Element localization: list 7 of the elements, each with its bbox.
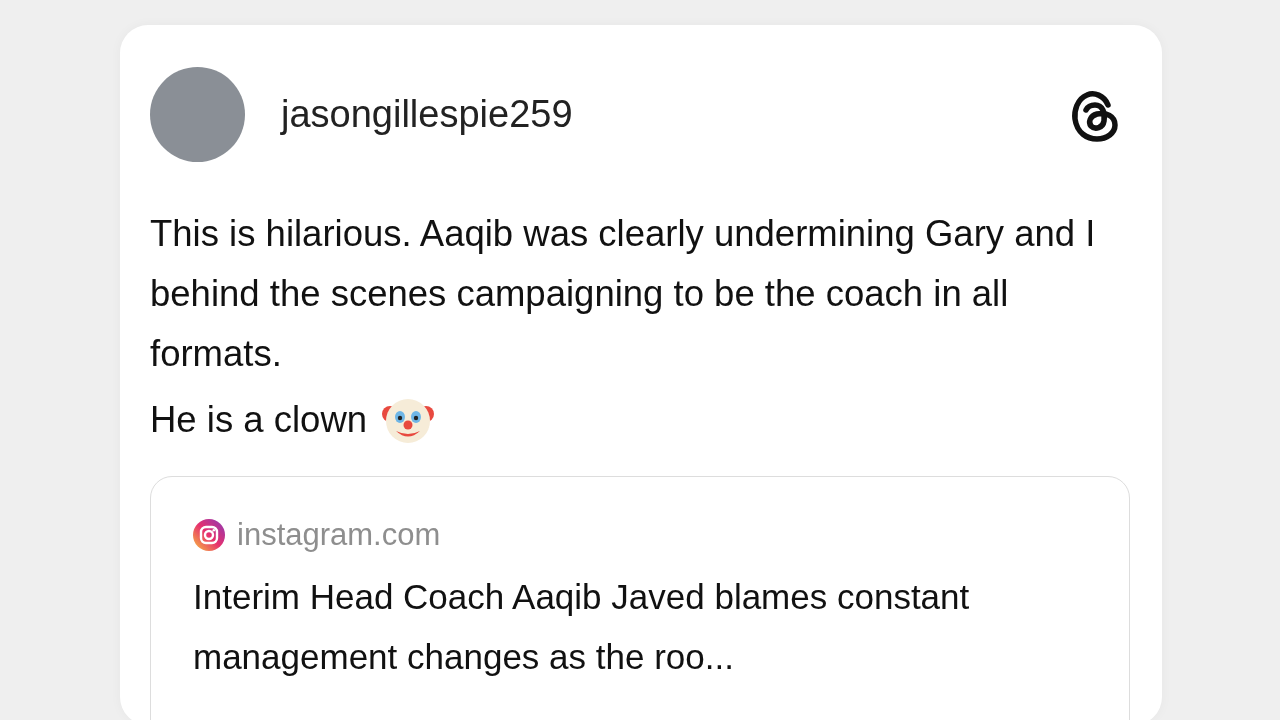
camera-icon (193, 519, 225, 551)
link-title: Interim Head Coach Aaqib Javed blames constant management changes as the roo... (193, 576, 971, 678)
username[interactable]: jasongillespie259 (281, 93, 1070, 136)
link-domain: instagram.com (237, 517, 441, 553)
post-text: He is a clown (150, 398, 368, 442)
link-preview-card[interactable]: instagram.com Interim Head Coach Aaqib Javed blames constant management changes as the roo... (150, 476, 1130, 720)
post-text: This is hilarious. Aaqib was clearly undermining Gary and I behind the scenes campaigning to be the coach in all formats. (150, 212, 1097, 376)
